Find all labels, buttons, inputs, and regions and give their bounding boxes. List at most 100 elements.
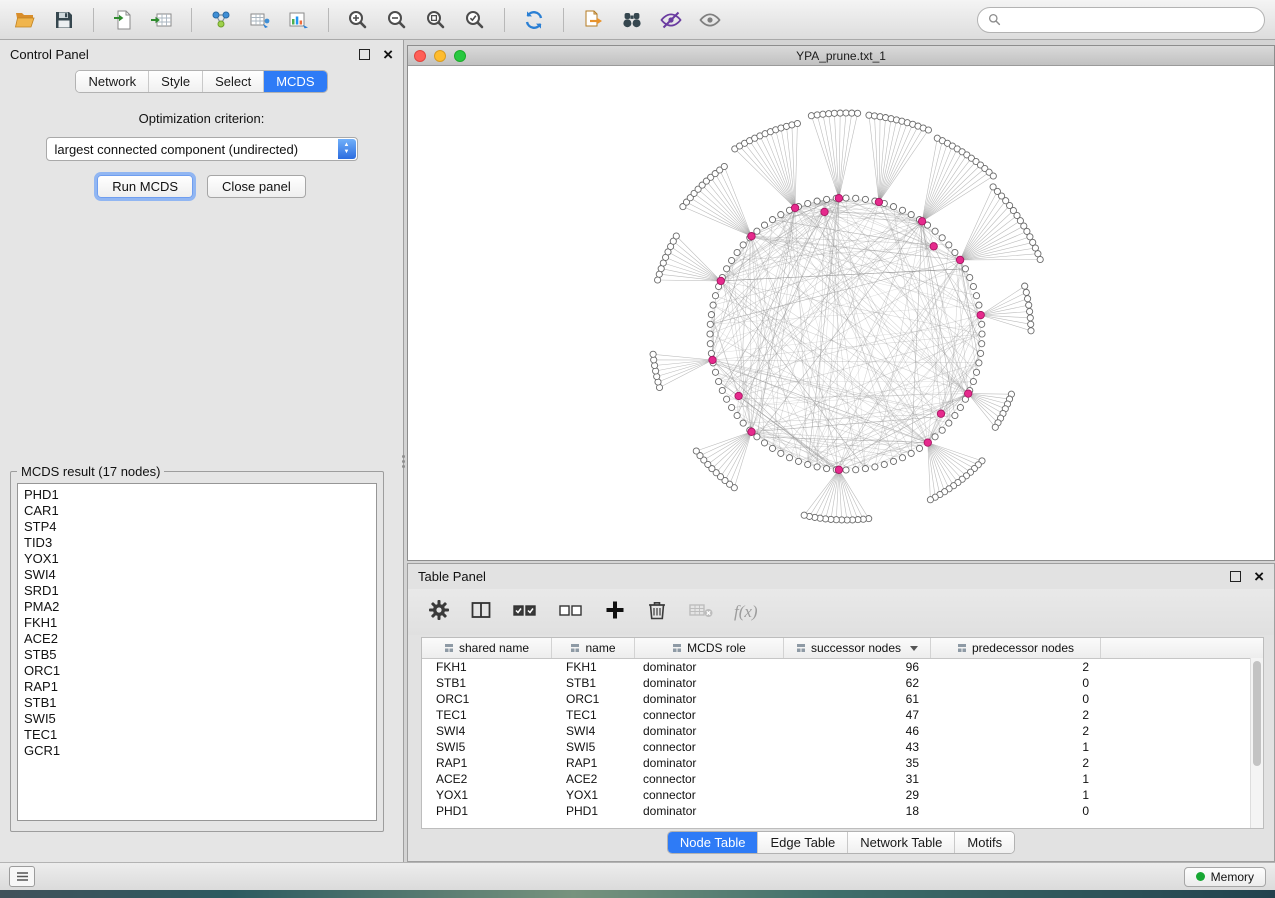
- graph-dominator-node[interactable]: [791, 204, 798, 211]
- graph-node[interactable]: [724, 266, 730, 272]
- import-file-icon[interactable]: [108, 5, 138, 35]
- table-cell[interactable]: YOX1: [552, 788, 635, 802]
- graph-node[interactable]: [708, 312, 714, 318]
- table-row[interactable]: PHD1PHD1dominator180: [422, 803, 1263, 819]
- graph-node[interactable]: [761, 222, 767, 228]
- table-cell[interactable]: ACE2: [422, 772, 552, 786]
- table-cell[interactable]: 2: [931, 708, 1101, 722]
- graph-node[interactable]: [932, 228, 938, 234]
- table-cell[interactable]: 1: [931, 788, 1101, 802]
- graph-node[interactable]: [721, 163, 727, 169]
- graph-dominator-node[interactable]: [821, 208, 828, 215]
- graph-node[interactable]: [805, 200, 811, 206]
- graph-node[interactable]: [655, 277, 661, 283]
- graph-node[interactable]: [778, 450, 784, 456]
- graph-node[interactable]: [707, 321, 713, 327]
- graph-node[interactable]: [1028, 328, 1034, 334]
- memory-button[interactable]: Memory: [1184, 867, 1266, 887]
- graph-node[interactable]: [693, 448, 699, 454]
- graph-node[interactable]: [1028, 321, 1034, 327]
- graph-node[interactable]: [719, 387, 725, 393]
- table-cell[interactable]: YOX1: [422, 788, 552, 802]
- graph-dominator-node[interactable]: [924, 439, 931, 446]
- import-table-icon[interactable]: [147, 5, 177, 35]
- graph-node[interactable]: [990, 173, 996, 179]
- graph-node[interactable]: [808, 113, 814, 119]
- table-cell[interactable]: ORC1: [422, 692, 552, 706]
- graph-node[interactable]: [729, 404, 735, 410]
- status-menu-button[interactable]: [9, 866, 35, 887]
- table-cell[interactable]: 47: [784, 708, 931, 722]
- table-row[interactable]: TEC1TEC1connector472: [422, 707, 1263, 723]
- graph-node[interactable]: [786, 455, 792, 461]
- graph-node[interactable]: [1035, 251, 1041, 257]
- save-icon[interactable]: [49, 5, 79, 35]
- graph-node[interactable]: [826, 111, 832, 117]
- graph-dominator-node[interactable]: [937, 410, 944, 417]
- table-cell[interactable]: FKH1: [552, 660, 635, 674]
- graph-node[interactable]: [795, 458, 801, 464]
- sort-descending-icon[interactable]: [910, 646, 918, 651]
- search-input[interactable]: [1007, 11, 1254, 28]
- graph-node[interactable]: [946, 242, 952, 248]
- graph-node[interactable]: [970, 283, 976, 289]
- graph-node[interactable]: [979, 321, 985, 327]
- column-header-name[interactable]: name: [552, 638, 635, 658]
- mcds-result-item[interactable]: TEC1: [24, 727, 370, 743]
- mcds-result-item[interactable]: YOX1: [24, 551, 370, 567]
- mcds-result-item[interactable]: ACE2: [24, 631, 370, 647]
- graph-node[interactable]: [1025, 296, 1031, 302]
- close-panel-icon[interactable]: ×: [383, 46, 393, 63]
- graph-node[interactable]: [761, 440, 767, 446]
- float-panel-icon[interactable]: [1230, 571, 1241, 582]
- graph-node[interactable]: [908, 450, 914, 456]
- binoculars-icon[interactable]: [617, 5, 647, 35]
- table-row[interactable]: STB1STB1dominator620: [422, 675, 1263, 691]
- import-network-icon[interactable]: [206, 5, 236, 35]
- graph-node[interactable]: [837, 110, 843, 116]
- table-cell[interactable]: TEC1: [552, 708, 635, 722]
- graph-dominator-node[interactable]: [956, 256, 963, 263]
- graph-node[interactable]: [976, 302, 982, 308]
- table-tab-motifs[interactable]: Motifs: [955, 832, 1014, 853]
- table-row[interactable]: ACE2ACE2connector311: [422, 771, 1263, 787]
- mcds-result-item[interactable]: RAP1: [24, 679, 370, 695]
- table-cell[interactable]: connector: [635, 740, 784, 754]
- graph-node[interactable]: [899, 455, 905, 461]
- delete-column-icon[interactable]: [646, 599, 668, 626]
- graph-node[interactable]: [769, 445, 775, 451]
- graph-node[interactable]: [908, 212, 914, 218]
- graph-node[interactable]: [939, 427, 945, 433]
- table-cell[interactable]: PHD1: [552, 804, 635, 818]
- graph-node[interactable]: [890, 204, 896, 210]
- mcds-result-item[interactable]: CAR1: [24, 503, 370, 519]
- graph-node[interactable]: [740, 420, 746, 426]
- graph-node[interactable]: [899, 207, 905, 213]
- table-cell[interactable]: 96: [784, 660, 931, 674]
- graph-node[interactable]: [707, 331, 713, 337]
- table-cell[interactable]: 2: [931, 756, 1101, 770]
- mcds-result-list[interactable]: PHD1CAR1STP4TID3YOX1SWI4SRD1PMA2FKH1ACE2…: [17, 483, 377, 821]
- table-cell[interactable]: SWI4: [552, 724, 635, 738]
- graph-node[interactable]: [801, 512, 807, 518]
- graph-node[interactable]: [1026, 302, 1032, 308]
- mcds-result-item[interactable]: GCR1: [24, 743, 370, 759]
- mcds-result-item[interactable]: SWI5: [24, 711, 370, 727]
- mcds-result-item[interactable]: STB1: [24, 695, 370, 711]
- panel-splitter-handle[interactable]: [400, 448, 407, 474]
- table-row[interactable]: SWI4SWI4dominator462: [422, 723, 1263, 739]
- graph-node[interactable]: [712, 369, 718, 375]
- close-panel-icon[interactable]: ×: [1254, 568, 1264, 585]
- graph-node[interactable]: [710, 302, 716, 308]
- mcds-result-item[interactable]: SRD1: [24, 583, 370, 599]
- table-cell[interactable]: connector: [635, 772, 784, 786]
- table-cell[interactable]: 29: [784, 788, 931, 802]
- graph-node[interactable]: [831, 110, 837, 116]
- graph-node[interactable]: [1027, 315, 1033, 321]
- table-cell[interactable]: STB1: [422, 676, 552, 690]
- mcds-result-item[interactable]: SWI4: [24, 567, 370, 583]
- graph-node[interactable]: [849, 110, 855, 116]
- graph-dominator-node[interactable]: [918, 218, 925, 225]
- graph-node[interactable]: [978, 350, 984, 356]
- graph-node[interactable]: [932, 434, 938, 440]
